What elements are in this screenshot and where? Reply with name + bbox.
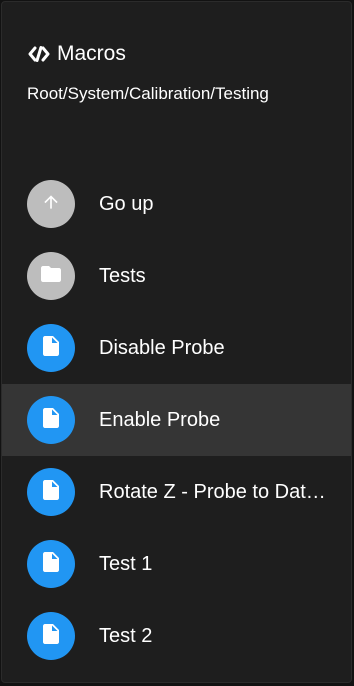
directory-avatar xyxy=(27,180,75,228)
panel-header: Macros Root/System/Calibration/Testing xyxy=(2,2,351,109)
file-avatar xyxy=(27,468,75,516)
file-avatar xyxy=(27,540,75,588)
list-item-label: Test 1 xyxy=(99,553,153,575)
file-icon xyxy=(39,478,63,507)
macro-list: Go up Tests Disable Probe Enable Probe R… xyxy=(2,168,351,672)
arrow-up-icon xyxy=(41,192,61,217)
file-avatar xyxy=(27,324,75,372)
list-item-folder-tests[interactable]: Tests xyxy=(2,240,351,312)
directory-avatar xyxy=(27,252,75,300)
panel-title-row: Macros xyxy=(27,40,327,68)
macros-panel: Macros Root/System/Calibration/Testing G… xyxy=(1,1,352,683)
list-item-label: Rotate Z - Probe to Datum xyxy=(99,481,329,503)
list-item-file-test-2[interactable]: Test 2 xyxy=(2,600,351,672)
file-icon xyxy=(39,622,63,651)
list-item-label: Test 2 xyxy=(99,625,153,647)
list-item-file-rotate-z[interactable]: Rotate Z - Probe to Datum xyxy=(2,456,351,528)
list-item-label: Go up xyxy=(99,193,154,215)
code-icon xyxy=(27,42,51,66)
file-icon xyxy=(39,406,63,435)
file-icon xyxy=(39,334,63,363)
list-item-file-disable-probe[interactable]: Disable Probe xyxy=(2,312,351,384)
list-item-label: Enable Probe xyxy=(99,409,221,431)
list-item-file-test-1[interactable]: Test 1 xyxy=(2,528,351,600)
file-icon xyxy=(39,550,63,579)
file-avatar xyxy=(27,612,75,660)
directory-path: Root/System/Calibration/Testing xyxy=(27,84,269,103)
list-item-label: Disable Probe xyxy=(99,337,225,359)
folder-icon xyxy=(39,262,63,291)
file-avatar xyxy=(27,396,75,444)
list-item-go-up[interactable]: Go up xyxy=(2,168,351,240)
list-item-label: Tests xyxy=(99,265,146,287)
list-item-file-enable-probe[interactable]: Enable Probe xyxy=(2,384,351,456)
panel-title: Macros xyxy=(57,42,126,65)
